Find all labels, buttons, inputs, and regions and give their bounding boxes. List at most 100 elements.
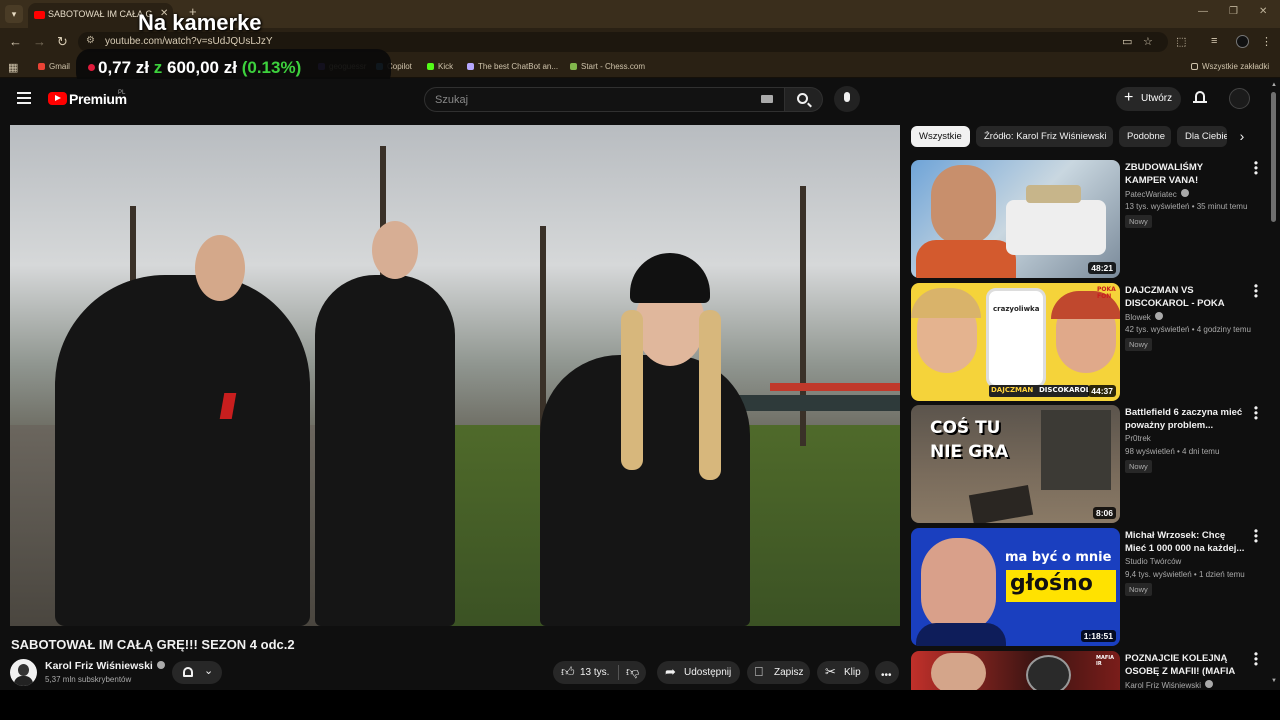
rec-channel[interactable]: PatecWariatec — [1125, 189, 1189, 199]
url-text: youtube.com/watch?v=sUdJQUsLJzY — [105, 36, 273, 47]
cast-icon[interactable]: ▭ — [1122, 35, 1132, 48]
tab-search-dropdown-icon[interactable]: ▾ — [5, 5, 23, 23]
microphone-icon — [844, 92, 850, 102]
reload-icon[interactable]: ↻ — [57, 34, 68, 50]
reading-list-icon[interactable]: ≡ — [1211, 35, 1217, 47]
rec-channel[interactable]: Blowek — [1125, 312, 1163, 322]
video-thumbnail[interactable]: MAFIA IR — [911, 651, 1120, 690]
search-input[interactable]: Szukaj — [424, 87, 785, 112]
bookmark-kick[interactable]: Kick — [427, 62, 453, 71]
chip-for-you[interactable]: Dla Ciebie — [1177, 126, 1227, 147]
channel-name[interactable]: Karol Friz Wiśniewski — [45, 660, 165, 672]
verified-icon — [1154, 312, 1163, 320]
browser-menu-icon[interactable]: ⋮ — [1261, 35, 1272, 48]
more-vertical-icon[interactable]: • • • — [1251, 402, 1261, 424]
save-button[interactable]: ⎕ Zapisz — [747, 661, 810, 684]
rec-title[interactable]: Michał Wrzosek: Chcę Mieć 1 000 000 na k… — [1125, 529, 1245, 555]
channel-avatar[interactable] — [10, 659, 37, 686]
bookmark-gmail[interactable]: Gmail — [38, 62, 70, 71]
search-icon — [797, 93, 808, 104]
scroll-down-icon[interactable]: ▼ — [1271, 678, 1277, 684]
more-vertical-icon[interactable]: • • • — [1251, 280, 1261, 302]
rec-title[interactable]: ZBUDOWALIŚMY KAMPER VANA! — [1125, 161, 1245, 187]
search-button[interactable] — [785, 87, 823, 112]
rec-title[interactable]: DAJCZMAN VS DISCOKAROL - POKA FON... — [1125, 284, 1245, 310]
gmail-icon — [38, 63, 45, 70]
chip-related[interactable]: Podobne — [1119, 126, 1171, 147]
rec-channel[interactable]: Studio Twórców — [1125, 557, 1181, 566]
rec-meta: 98 wyświetleń • 4 dni temu — [1125, 447, 1220, 456]
bookmark-chatbot[interactable]: The best ChatBot an... — [467, 62, 558, 71]
like-button[interactable]: 👍︎ 13 tys. — [553, 661, 617, 684]
rec-title[interactable]: POZNAJCIE KOLEJNĄ OSOBĘ Z MAFII! (MAFIA … — [1125, 652, 1245, 678]
maximize-icon[interactable]: ❐ — [1229, 6, 1238, 17]
share-button[interactable]: ➦ Udostępnij — [657, 661, 740, 684]
recommendation-item[interactable]: MAFIA IR POZNAJCIE KOLEJNĄ OSOBĘ Z MAFII… — [911, 648, 1266, 690]
like-count: 13 tys. — [580, 667, 610, 678]
chess-icon — [570, 63, 577, 70]
thumb-corner: POKA FON — [1097, 286, 1116, 300]
video-thumbnail[interactable]: ma być o mnie głośno 1:18:51 — [911, 528, 1120, 646]
user-avatar[interactable] — [1229, 88, 1250, 109]
rec-channel[interactable]: Karol Friz Wiśniewski — [1125, 680, 1214, 690]
more-vertical-icon[interactable]: • • • — [1251, 648, 1261, 670]
live-dot-icon — [88, 64, 95, 71]
person-middle — [315, 275, 455, 626]
chip-all[interactable]: Wszystkie — [911, 126, 970, 147]
video-duration: 44:37 — [1088, 385, 1116, 397]
extensions-icon[interactable]: ⬚ — [1176, 35, 1186, 48]
new-badge: Nowy — [1125, 215, 1152, 228]
rec-title[interactable]: Battlefield 6 zaczyna mieć poważny probl… — [1125, 406, 1245, 432]
recommendation-item[interactable]: 48:21 ZBUDOWALIŚMY KAMPER VANA! PatecWar… — [911, 157, 1266, 278]
more-horizontal-icon: ••• — [881, 670, 892, 681]
bell-icon — [183, 667, 193, 677]
back-icon[interactable]: ← — [9, 34, 22, 49]
person-left — [55, 275, 310, 626]
page-scrollbar[interactable] — [1271, 92, 1276, 222]
more-vertical-icon[interactable]: • • • — [1251, 525, 1261, 547]
folder-icon — [1191, 63, 1198, 70]
chatbot-icon — [467, 63, 474, 70]
rec-channel[interactable]: Pr0trek — [1125, 434, 1151, 443]
more-vertical-icon[interactable]: • • • — [1251, 157, 1261, 179]
forward-icon[interactable]: → — [33, 34, 46, 49]
all-bookmarks[interactable]: Wszystkie zakładki — [1191, 62, 1269, 71]
close-window-icon[interactable]: ✕ — [1259, 6, 1267, 17]
subscribe-notifications-button[interactable]: ⌄ — [172, 661, 222, 684]
recommendation-item[interactable]: ma być o mnie głośno 1:18:51 Michał Wrzo… — [911, 525, 1266, 646]
recommendation-item[interactable]: COŚ TU NIE GRA 8:06 Battlefield 6 zaczyn… — [911, 402, 1266, 523]
video-thumbnail[interactable]: 48:21 — [911, 160, 1120, 278]
chip-source[interactable]: Źródło: Karol Friz Wiśniewski — [976, 126, 1113, 147]
youtube-logo-icon[interactable] — [48, 92, 67, 105]
hamburger-menu-icon[interactable] — [17, 92, 31, 104]
verified-icon — [156, 661, 165, 669]
thumb-line2: NIE GRA — [930, 442, 1009, 462]
create-button[interactable]: + Utwórz — [1116, 87, 1181, 111]
recommendation-item[interactable]: crazyoliwka DAJCZMAN DISCOKAROL POKA FON… — [911, 280, 1266, 401]
bookmark-chess[interactable]: Start - Chess.com — [570, 62, 645, 71]
notifications-bell-icon[interactable] — [1193, 91, 1207, 105]
more-actions-button[interactable]: ••• — [875, 661, 899, 684]
site-info-icon[interactable]: ⚙ — [86, 35, 95, 46]
search-placeholder: Szukaj — [435, 94, 469, 106]
video-title: SABOTOWAŁ IM CAŁĄ GRĘ!!! SEZON 4 odc.2 — [11, 637, 295, 652]
keyboard-icon[interactable] — [761, 95, 773, 103]
video-thumbnail[interactable]: COŚ TU NIE GRA 8:06 — [911, 405, 1120, 523]
new-badge: Nowy — [1125, 583, 1152, 596]
donation-goal-text: 0,77 zł z 600,00 zł (0.13%) — [98, 58, 302, 77]
scroll-up-icon[interactable]: ▲ — [1271, 82, 1277, 88]
video-thumbnail[interactable]: crazyoliwka DAJCZMAN DISCOKAROL POKA FON… — [911, 283, 1120, 401]
voice-search-button[interactable] — [834, 86, 860, 112]
video-player[interactable] — [10, 125, 900, 626]
bookmark-star-icon[interactable]: ☆ — [1143, 35, 1153, 48]
share-label: Udostępnij — [684, 667, 732, 678]
thumb-line2: głośno — [1010, 571, 1093, 596]
kick-icon — [427, 63, 434, 70]
minimize-icon[interactable]: — — [1198, 6, 1208, 17]
dislike-button[interactable]: 👎︎ — [619, 661, 646, 684]
new-badge: Nowy — [1125, 338, 1152, 351]
apps-grid-icon[interactable]: ▦ — [8, 61, 18, 74]
clip-button[interactable]: ✂ Klip — [817, 661, 869, 684]
browser-profile-avatar[interactable] — [1236, 35, 1249, 48]
chevron-right-icon[interactable]: › — [1232, 126, 1252, 147]
